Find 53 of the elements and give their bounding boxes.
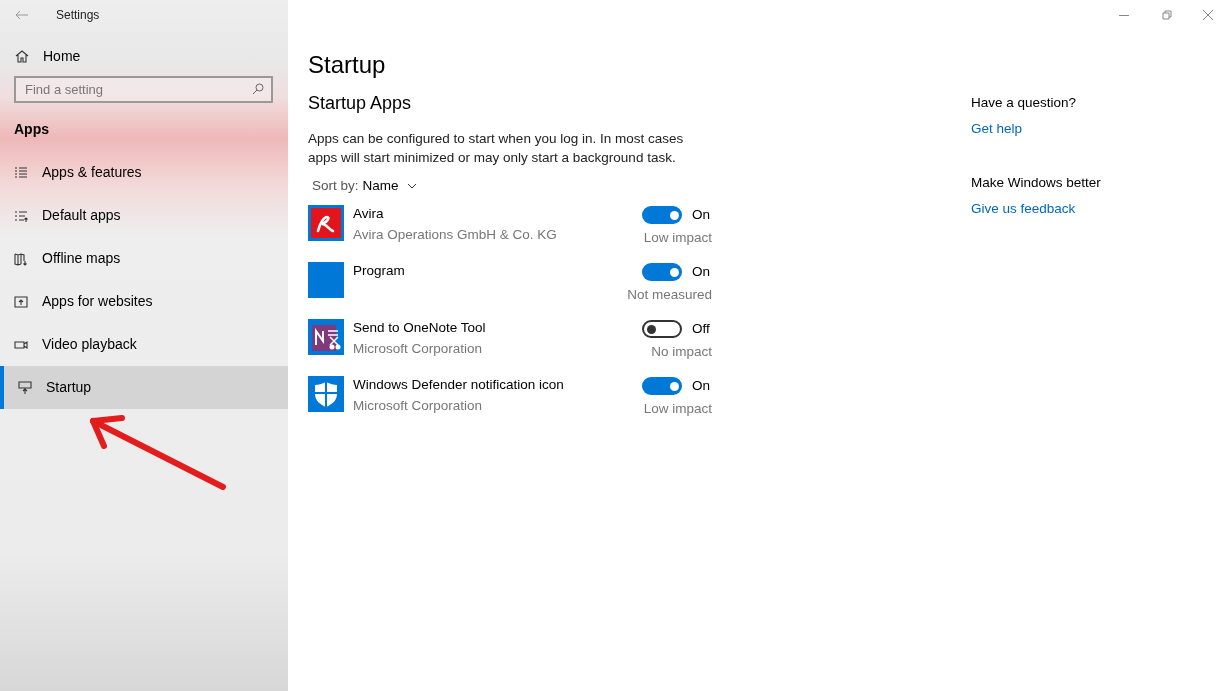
list-icon (14, 208, 28, 223)
section-title: Startup Apps (308, 92, 413, 115)
nav-item[interactable]: Apps & features (0, 151, 288, 194)
search-icon (252, 83, 264, 95)
section-heading: Apps (14, 120, 50, 139)
shield-icon (308, 376, 344, 412)
toggle-state: On (692, 377, 711, 395)
avira-logo-icon (308, 205, 344, 241)
toggle-state: Off (692, 320, 711, 338)
impact-label: Low impact (643, 229, 712, 248)
toggle-state: On (692, 206, 711, 224)
toggle-switch[interactable] (642, 206, 682, 225)
chevron-down-icon (406, 183, 417, 189)
help-link[interactable]: Get help (971, 119, 1023, 140)
app-publisher: Microsoft Corporation (353, 340, 484, 358)
window-title: Settings (56, 7, 100, 24)
help-heading: Make Windows better (971, 173, 1101, 192)
nav-item[interactable]: Offline maps (0, 237, 288, 280)
nav-item[interactable]: Startup (0, 366, 288, 409)
restore-icon (1160, 9, 1172, 21)
nav-item[interactable]: Apps for websites (0, 280, 288, 323)
app-publisher: Avira Operations GmbH & Co. KG (353, 226, 558, 244)
onenote-icon (308, 319, 344, 355)
sort-dropdown[interactable]: Name (362, 175, 417, 197)
map-icon (14, 251, 28, 266)
toggle-switch[interactable] (642, 320, 682, 339)
app-name: Avira (353, 205, 385, 223)
page-title: Startup (308, 50, 387, 80)
list-icon (14, 165, 28, 180)
home-icon (15, 49, 29, 63)
back-arrow-icon[interactable] (15, 10, 28, 20)
app-publisher: Microsoft Corporation (353, 397, 484, 415)
impact-label: Not measured (627, 286, 712, 305)
sort-label: Sort by: (312, 176, 359, 195)
upload-icon (14, 294, 28, 309)
description: Apps can be configured to start when you log in. In most cases apps will start minimized or may only start a background task. (308, 130, 685, 167)
help-heading: Have a question? (971, 94, 1078, 112)
toggle-switch[interactable] (642, 263, 682, 282)
close-icon (1202, 9, 1214, 21)
app-name: Send to OneNote Tool (353, 319, 487, 337)
app-name: Program (353, 262, 406, 280)
nav-item[interactable]: Video playback (0, 323, 288, 366)
toggle-switch[interactable] (642, 377, 682, 396)
search-field[interactable]: Find a setting (14, 76, 273, 103)
help-link[interactable]: Give us feedback (971, 198, 1076, 219)
home-link[interactable]: Home (0, 44, 288, 68)
app-tile-icon (308, 262, 344, 298)
nav-item[interactable]: Default apps (0, 194, 288, 237)
startup-icon (18, 380, 32, 395)
impact-label: Low impact (643, 400, 712, 419)
impact-label: No impact (651, 343, 712, 362)
toggle-state: On (692, 263, 711, 281)
app-name: Windows Defender notification icon (353, 376, 565, 394)
